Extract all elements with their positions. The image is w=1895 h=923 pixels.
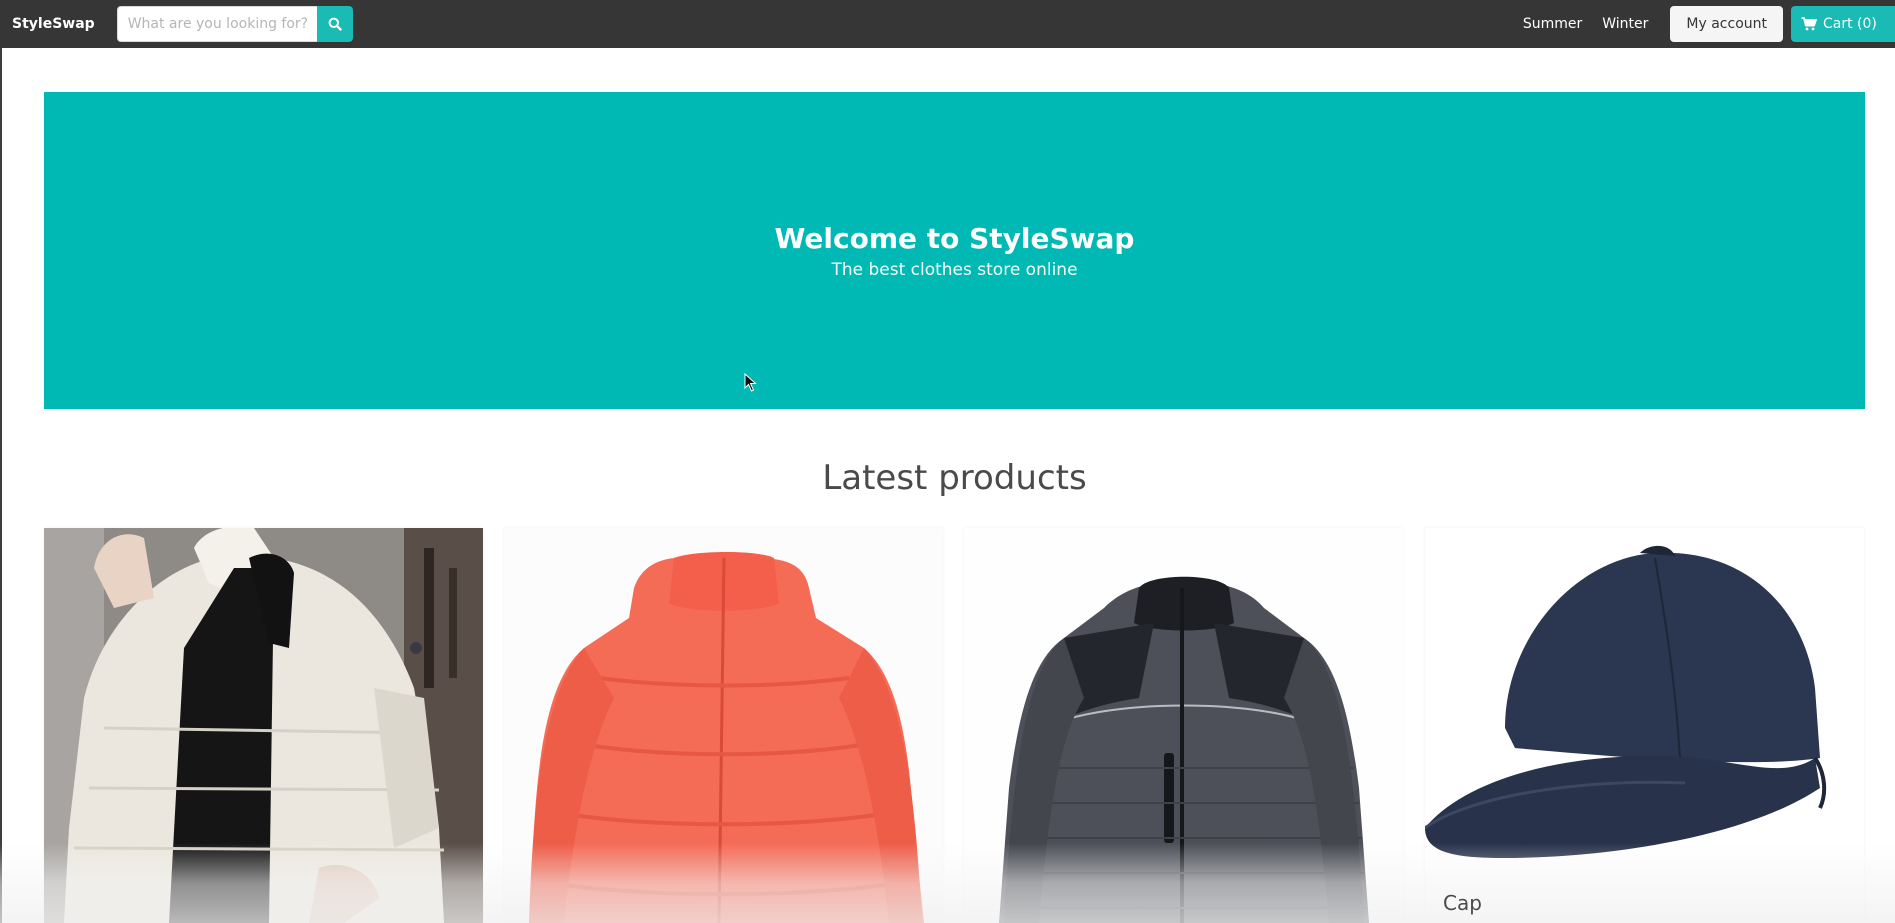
top-navbar: StyleSwap Summer Winter My account Cart … — [0, 0, 1895, 48]
white-puffer-jacket-image — [44, 528, 483, 923]
nav-link-summer[interactable]: Summer — [1513, 0, 1592, 48]
mouse-cursor-icon — [744, 373, 757, 392]
hero-subtitle: The best clothes store online — [831, 259, 1078, 280]
product-card[interactable] — [964, 528, 1403, 923]
navbar-end: Summer Winter My account Cart (0) — [1513, 0, 1895, 48]
red-puffer-jacket-image — [504, 528, 943, 923]
product-card[interactable]: Cap — [1425, 528, 1864, 923]
product-grid: Cap — [44, 528, 1865, 923]
latest-products-title: Latest products — [822, 458, 1087, 498]
my-account-button[interactable]: My account — [1670, 6, 1783, 42]
navy-baseball-cap-image — [1425, 528, 1864, 923]
search-icon — [328, 17, 342, 31]
search-form — [116, 6, 353, 42]
hero-banner: Welcome to StyleSwap The best clothes st… — [44, 92, 1865, 409]
product-card[interactable] — [504, 528, 943, 923]
grey-quilted-jacket-image — [964, 528, 1403, 923]
nav-link-winter[interactable]: Winter — [1592, 0, 1658, 48]
product-card[interactable] — [44, 528, 483, 923]
search-button[interactable] — [316, 6, 353, 42]
product-name[interactable]: Cap — [1443, 891, 1482, 915]
search-input[interactable] — [116, 6, 317, 42]
cart-button[interactable]: Cart (0) — [1791, 6, 1895, 42]
shopping-cart-icon — [1801, 17, 1817, 31]
hero-title: Welcome to StyleSwap — [774, 221, 1135, 255]
brand-logo-link[interactable]: StyleSwap — [12, 0, 95, 48]
cart-label: Cart (0) — [1823, 16, 1877, 32]
